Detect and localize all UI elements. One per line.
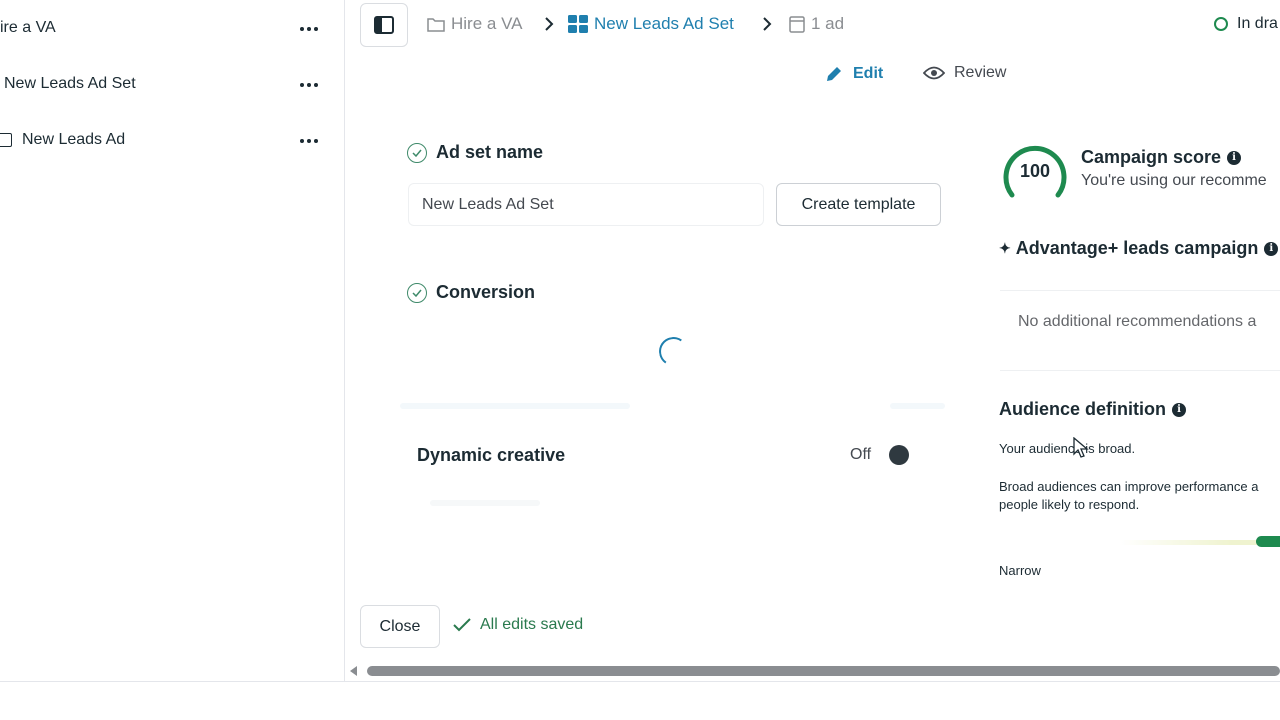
sidebar-item-ad-set[interactable]: New Leads Ad Set	[0, 64, 345, 104]
dynamic-creative-state-label: Off	[850, 446, 872, 463]
status-circle-icon	[1214, 17, 1228, 31]
breadcrumb-ad-set[interactable]: New Leads Ad Set	[568, 14, 734, 34]
advantage-heading: ✦ Advantage+ leads campaign i	[999, 238, 1279, 259]
eye-icon	[923, 66, 945, 80]
audience-definition-title: Audience definition	[999, 399, 1167, 419]
save-status-label: All edits saved	[480, 616, 584, 633]
advantage-title: Advantage+ leads campaign	[1015, 238, 1259, 258]
info-icon[interactable]: i	[1264, 241, 1279, 256]
folder-icon	[427, 17, 445, 32]
narrow-label: Narrow	[999, 563, 1041, 578]
ad-set-grid-icon	[568, 15, 588, 33]
divider	[400, 403, 630, 409]
ad-set-name-input[interactable]	[408, 183, 764, 226]
ad-set-name-heading: Ad set name	[407, 142, 543, 163]
conversion-title: Conversion	[436, 282, 536, 302]
sidebar: ire a VA New Leads Ad Set New Leads Ad	[0, 0, 345, 682]
breadcrumb-ads[interactable]: 1 ad	[789, 14, 844, 34]
breadcrumb-ad-set-label: New Leads Ad Set	[594, 14, 734, 33]
audience-breadth-text: Your audience is broad.	[999, 441, 1136, 456]
audience-meter-track	[1120, 540, 1260, 545]
campaign-score-value: 100	[1019, 161, 1051, 181]
audience-definition-heading: Audience definition i	[999, 399, 1187, 420]
info-icon[interactable]: i	[1227, 150, 1242, 165]
pencil-icon	[824, 64, 844, 84]
checkmark-icon	[453, 618, 471, 632]
toggle-sidebar-button[interactable]	[360, 3, 408, 47]
sparkle-icon: ✦	[999, 240, 1011, 256]
status-badge: In dra	[1214, 15, 1278, 33]
breadcrumb-campaign[interactable]: Hire a VA	[427, 14, 523, 34]
tab-review-label: Review	[954, 64, 1007, 81]
no-recommendations-text: No additional recommendations a	[1018, 313, 1257, 330]
audience-description-line1: Broad audiences can improve performance …	[999, 479, 1259, 494]
sidebar-panel-icon	[374, 16, 394, 34]
audience-description-line2: people likely to respond.	[999, 497, 1140, 512]
mouse-cursor-icon	[1073, 437, 1089, 458]
save-status: All edits saved	[453, 616, 583, 634]
dynamic-creative-toggle[interactable]	[889, 445, 909, 465]
top-bar: Hire a VA New Leads Ad Set 1 ad In dra	[345, 0, 1280, 52]
chevron-right-icon	[763, 17, 772, 31]
horizontal-scrollbar[interactable]	[345, 662, 1280, 680]
campaign-score-title: Campaign score	[1081, 147, 1222, 167]
divider	[1000, 290, 1280, 291]
tab-edit-label: Edit	[853, 65, 884, 82]
tab-edit[interactable]: Edit	[824, 64, 883, 84]
campaign-score-heading: Campaign score i	[1081, 147, 1242, 168]
ad-icon	[789, 15, 805, 33]
create-template-button[interactable]: Create template	[776, 183, 941, 226]
tab-review[interactable]: Review	[923, 64, 1006, 82]
scrollbar-thumb[interactable]	[367, 666, 1280, 676]
breadcrumb-ads-label: 1 ad	[811, 14, 845, 33]
sidebar-item-ad[interactable]: New Leads Ad	[0, 120, 345, 160]
audience-meter-indicator	[1256, 536, 1280, 547]
scroll-left-icon[interactable]	[350, 666, 357, 676]
chevron-right-icon	[545, 17, 554, 31]
divider	[890, 403, 945, 409]
more-options-icon[interactable]	[298, 79, 319, 89]
sidebar-item-label: New Leads Ad Set	[4, 75, 136, 92]
ad-icon	[0, 133, 12, 147]
sidebar-item-campaign[interactable]: ire a VA	[0, 8, 345, 48]
dynamic-creative-title: Dynamic creative	[417, 445, 566, 465]
more-options-icon[interactable]	[298, 23, 319, 33]
loading-spinner-icon	[656, 334, 691, 369]
breadcrumb-campaign-label: Hire a VA	[451, 14, 523, 33]
campaign-score-subtitle: You're using our recomme	[1081, 172, 1267, 189]
info-icon[interactable]: i	[1172, 402, 1187, 417]
close-button[interactable]: Close	[360, 605, 440, 648]
more-options-icon[interactable]	[298, 135, 319, 145]
divider	[430, 500, 540, 506]
sidebar-item-label: ire a VA	[0, 19, 56, 36]
ad-set-name-title: Ad set name	[436, 142, 544, 162]
divider	[1000, 370, 1280, 371]
conversion-heading: Conversion	[407, 282, 535, 303]
check-circle-icon	[407, 142, 427, 163]
check-circle-icon	[407, 282, 427, 303]
status-label: In dra	[1237, 15, 1278, 32]
sidebar-item-label: New Leads Ad	[22, 131, 126, 148]
divider	[0, 681, 1280, 682]
